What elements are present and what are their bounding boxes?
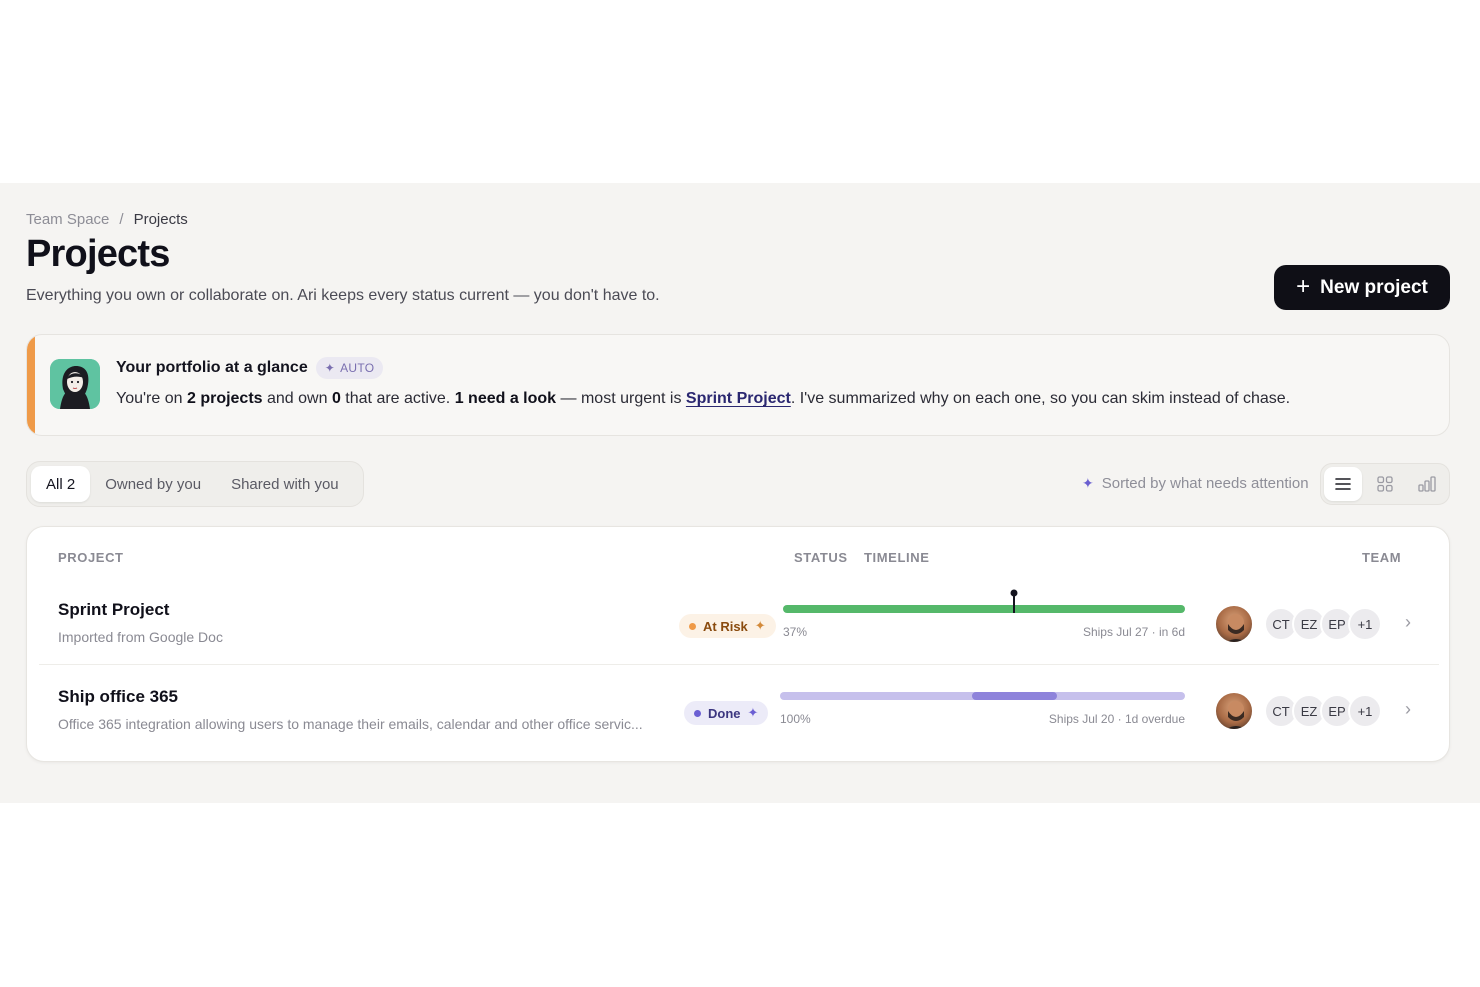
sort-label: Sorted by what needs attention xyxy=(1101,475,1309,492)
project-name: Sprint Project xyxy=(58,600,170,619)
team-members: CT EZ EP +1 xyxy=(1264,694,1382,728)
sort-indicator[interactable]: ✦ Sorted by what needs attention xyxy=(1082,475,1309,492)
status-label: At Risk xyxy=(703,618,748,634)
status-dot xyxy=(689,622,696,630)
breadcrumb-separator: / xyxy=(119,211,124,228)
summary-accent-bar xyxy=(27,335,35,435)
progress-percent: 100% xyxy=(780,712,811,726)
timeline-overdue-segment xyxy=(972,692,1057,700)
projects-page: Team Space / Projects Projects Everythin… xyxy=(0,183,1480,803)
summary-text-part: that are active. xyxy=(340,390,455,407)
grid-view-button[interactable] xyxy=(1366,467,1404,501)
auto-badge: ✦ AUTO xyxy=(315,357,384,379)
avatar[interactable] xyxy=(1214,604,1254,644)
ai-assistant-avatar xyxy=(50,359,100,409)
auto-badge-label: AUTO xyxy=(340,361,375,375)
summary-text-part: . I've summarized why on each one, so yo… xyxy=(790,390,1291,407)
sparkle-icon: ✦ xyxy=(747,705,759,720)
list-view-button[interactable] xyxy=(1324,467,1362,501)
table-row[interactable]: Ship office 365 Office 365 integration a… xyxy=(39,666,1439,752)
view-toggle xyxy=(1320,463,1450,505)
table-row[interactable]: Sprint Project Imported from Google Doc … xyxy=(39,579,1439,665)
project-description: Imported from Google Doc xyxy=(58,629,223,645)
summary-title: Your portfolio at a glance xyxy=(116,359,308,376)
status-badge[interactable]: Done ✦ xyxy=(684,701,769,725)
filter-tabs: All 2 Owned by you Shared with you xyxy=(26,461,364,507)
chevron-right-icon[interactable]: › xyxy=(1405,699,1411,720)
today-marker-icon xyxy=(1010,589,1018,613)
tab-all[interactable]: All 2 xyxy=(31,466,91,502)
summary-projects-count: 2 projects xyxy=(186,390,263,407)
summary-text-part: You're on xyxy=(116,390,187,407)
page-subtitle: Everything you own or collaborate on. Ar… xyxy=(26,287,660,304)
team-overflow-chip[interactable]: +1 xyxy=(1348,694,1382,728)
chart-view-button[interactable] xyxy=(1408,467,1446,501)
summary-header: Your portfolio at a glance ✦ AUTO xyxy=(116,357,384,379)
page-title: Projects xyxy=(26,233,170,275)
status-dot xyxy=(694,709,701,717)
tab-shared-with-you[interactable]: Shared with you xyxy=(216,466,354,502)
new-project-label: New project xyxy=(1320,276,1428,298)
project-description: Office 365 integration allowing users to… xyxy=(58,716,643,732)
list-icon xyxy=(1335,478,1351,490)
portfolio-summary-card: Your portfolio at a glance ✦ AUTO You're… xyxy=(26,334,1450,436)
status-label: Done xyxy=(708,705,741,721)
summary-needs-look: 1 need a look xyxy=(454,390,557,407)
new-project-button[interactable]: + New project xyxy=(1274,265,1450,310)
project-name: Ship office 365 xyxy=(58,687,178,706)
grid-icon xyxy=(1377,476,1393,492)
projects-table: PROJECT STATUS TIMELINE TEAM Sprint Proj… xyxy=(26,526,1450,762)
team-members: CT EZ EP +1 xyxy=(1264,607,1382,641)
sparkle-icon: ✦ xyxy=(1082,475,1094,491)
progress-percent: 37% xyxy=(783,625,808,639)
sparkle-icon: ✦ xyxy=(324,361,336,375)
ship-date: Ships Jul 20 · 1d overdue xyxy=(1048,712,1185,726)
plus-icon: + xyxy=(1296,272,1311,300)
summary-owned-count: 0 xyxy=(331,390,341,407)
breadcrumb-projects: Projects xyxy=(133,211,188,228)
sparkle-icon: ✦ xyxy=(754,618,766,633)
timeline-bar[interactable]: 37% Ships Jul 27 · in 6d xyxy=(783,579,1197,665)
tab-owned-by-you[interactable]: Owned by you xyxy=(90,466,216,502)
chart-icon xyxy=(1418,476,1436,492)
summary-text-part: — most urgent is xyxy=(556,390,686,407)
chevron-right-icon[interactable]: › xyxy=(1405,612,1411,633)
breadcrumb: Team Space / Projects xyxy=(26,211,188,228)
status-badge[interactable]: At Risk ✦ xyxy=(679,614,776,638)
header-status: STATUS xyxy=(794,550,848,565)
timeline-bar[interactable]: 100% Ships Jul 20 · 1d overdue xyxy=(780,666,1197,752)
header-timeline: TIMELINE xyxy=(864,550,930,565)
timeline-track xyxy=(783,605,1185,613)
urgent-project-link[interactable]: Sprint Project xyxy=(686,390,791,407)
summary-text: You're on 2 projects and own 0 that are … xyxy=(116,390,1290,408)
header-team: TEAM xyxy=(1362,550,1402,565)
ship-date: Ships Jul 27 · in 6d xyxy=(1082,625,1185,639)
team-overflow-chip[interactable]: +1 xyxy=(1348,607,1382,641)
avatar[interactable] xyxy=(1214,691,1254,731)
summary-text-part: and own xyxy=(262,390,332,407)
header-project: PROJECT xyxy=(58,550,124,565)
breadcrumb-team-space[interactable]: Team Space xyxy=(26,211,109,228)
